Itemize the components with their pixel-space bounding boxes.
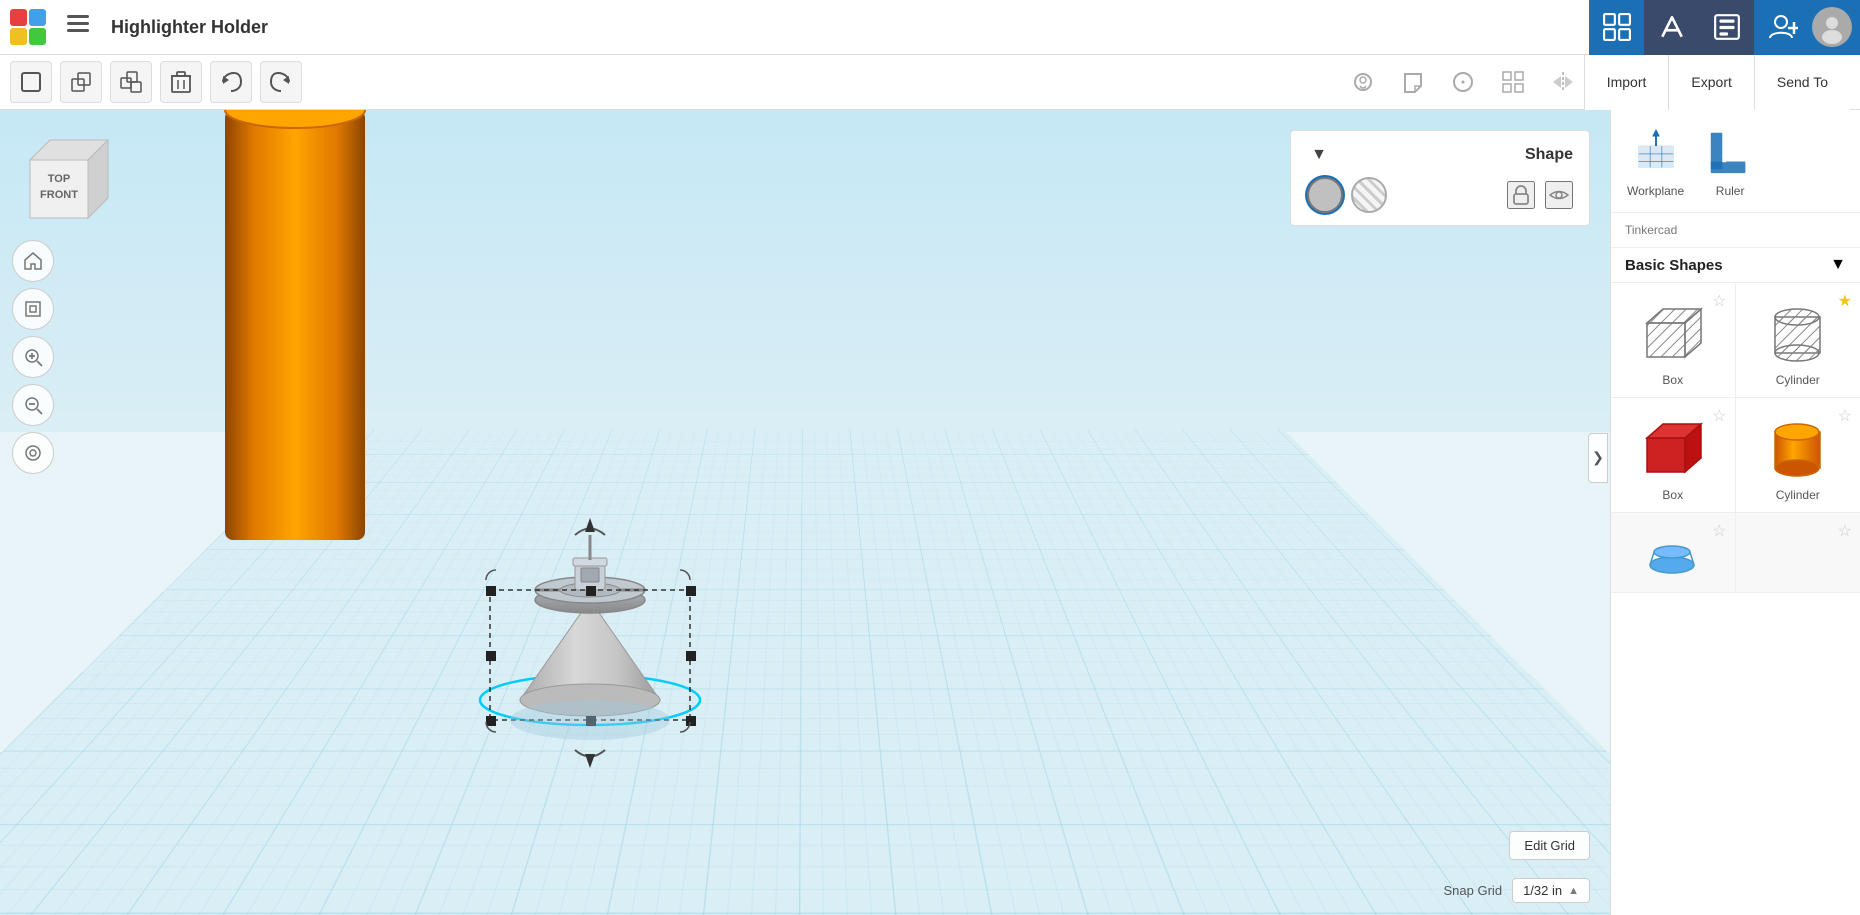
- zoom-out-btn[interactable]: [12, 384, 54, 426]
- box-gray-star[interactable]: ☆: [1712, 291, 1726, 311]
- svg-text:FRONT: FRONT: [40, 189, 78, 201]
- cylinder-orange-label: Cylinder: [1776, 488, 1820, 502]
- box-red-star[interactable]: ☆: [1712, 406, 1726, 426]
- add-person-btn[interactable]: [1754, 0, 1812, 55]
- partial2-star[interactable]: ☆: [1838, 521, 1852, 541]
- visibility-icon[interactable]: [1545, 181, 1573, 209]
- workplane-item[interactable]: Workplane: [1627, 124, 1684, 198]
- ie-buttons: Import Export Send To: [1584, 55, 1850, 110]
- workplane-icon: [1630, 124, 1682, 176]
- shape-item-partial-1[interactable]: ☆: [1611, 513, 1736, 593]
- import-btn[interactable]: Import: [1584, 55, 1669, 110]
- svg-text:TOP: TOP: [48, 173, 70, 185]
- perspective-btn[interactable]: [12, 432, 54, 474]
- shape-panel-title: Shape: [1525, 146, 1573, 164]
- cylinder-orange-star[interactable]: ☆: [1838, 406, 1852, 426]
- group-btn[interactable]: [60, 61, 102, 103]
- library-source: Tinkercad: [1625, 223, 1677, 237]
- view-mode-tinker-btn[interactable]: [1699, 0, 1754, 55]
- logo[interactable]: [0, 0, 55, 55]
- shape-item-cylinder-gray[interactable]: ★: [1736, 283, 1860, 398]
- toolbar-right: [1342, 61, 1584, 103]
- box-red-label: Box: [1662, 488, 1683, 502]
- ruler-item[interactable]: Ruler: [1704, 124, 1756, 198]
- cylinder-gray-img: [1758, 297, 1838, 367]
- ruler-icon: [1704, 124, 1756, 176]
- collapse-panel-handle[interactable]: ❯: [1588, 433, 1608, 483]
- fit-view-btn[interactable]: [12, 288, 54, 330]
- shape-color-options: [1307, 177, 1573, 213]
- snap-grid-bar: Snap Grid 1/32 in ▲: [1444, 878, 1590, 903]
- redo-btn[interactable]: [260, 61, 302, 103]
- user-actions: [1754, 0, 1860, 55]
- light-toggle-btn[interactable]: [1342, 61, 1384, 103]
- left-tools: [12, 240, 54, 474]
- shape-panel: ▼ Shape: [1290, 130, 1590, 226]
- shape-item-partial-2[interactable]: ☆: [1736, 513, 1860, 593]
- snap-grid-label: Snap Grid: [1444, 883, 1503, 898]
- edit-grid-btn[interactable]: Edit Grid: [1509, 831, 1590, 860]
- view-mode-build-btn[interactable]: [1644, 0, 1699, 55]
- send-to-btn[interactable]: Send To: [1754, 55, 1850, 110]
- workplane-label: Workplane: [1627, 184, 1684, 198]
- shape-item-box-gray[interactable]: ☆: [1611, 283, 1736, 398]
- ruler-label: Ruler: [1716, 184, 1745, 198]
- ungroup-btn[interactable]: [110, 61, 152, 103]
- note-btn[interactable]: [1392, 61, 1434, 103]
- snap-grid-value-text: 1/32 in: [1523, 883, 1562, 898]
- shape-item-cylinder-orange[interactable]: ☆: [1736, 398, 1860, 513]
- main-layout: TOP FRONT: [0, 110, 1860, 915]
- right-panel: Workplane Rule: [1610, 110, 1860, 915]
- cylinder-gray-star[interactable]: ★: [1838, 291, 1852, 311]
- view-mode-grid-btn[interactable]: [1589, 0, 1644, 55]
- shape-item-box-red[interactable]: ☆ Box: [1611, 398, 1736, 513]
- shape-panel-icons: [1507, 181, 1573, 209]
- box-gray-img: [1633, 297, 1713, 367]
- hole-shape-btn[interactable]: [1351, 177, 1387, 213]
- snap-grid-arrow-icon: ▲: [1568, 885, 1579, 897]
- mirror-btn[interactable]: [1542, 61, 1584, 103]
- shapes-dropdown[interactable]: Basic Shapes ▼: [1611, 248, 1860, 283]
- hamburger-icon[interactable]: [55, 15, 101, 39]
- solid-shape-btn[interactable]: [1307, 177, 1343, 213]
- box-gray-label: Box: [1662, 373, 1683, 387]
- shapes-dropdown-arrow: ▼: [1830, 256, 1846, 274]
- viewport[interactable]: TOP FRONT: [0, 110, 1610, 915]
- partial1-star[interactable]: ☆: [1712, 521, 1726, 541]
- home-view-btn[interactable]: [12, 240, 54, 282]
- shapes-grid: ☆: [1611, 283, 1860, 593]
- right-panel-top: Workplane Rule: [1611, 110, 1860, 213]
- shape-panel-toggle-arrow[interactable]: ▼: [1307, 143, 1331, 167]
- zoom-in-btn[interactable]: [12, 336, 54, 378]
- top-nav: Highlighter Holder: [0, 0, 1860, 55]
- shapes-library: Tinkercad Basic Shapes ▼ ☆: [1611, 213, 1860, 915]
- shapes-dropdown-text: Basic Shapes: [1625, 257, 1723, 274]
- delete-btn[interactable]: [160, 61, 202, 103]
- lock-icon[interactable]: [1507, 181, 1535, 209]
- align-btn[interactable]: [1492, 61, 1534, 103]
- selected-object[interactable]: [460, 460, 720, 820]
- measure-btn[interactable]: [1442, 61, 1484, 103]
- new-shape-btn[interactable]: [10, 61, 52, 103]
- project-title: Highlighter Holder: [101, 17, 278, 38]
- shapes-library-header: Tinkercad: [1611, 213, 1860, 248]
- export-btn[interactable]: Export: [1668, 55, 1753, 110]
- toolbar: Import Export Send To: [0, 55, 1860, 110]
- orange-highlighter: [215, 110, 375, 540]
- avatar[interactable]: [1812, 7, 1852, 47]
- undo-btn[interactable]: [210, 61, 252, 103]
- orientation-cube[interactable]: TOP FRONT: [20, 130, 100, 230]
- top-nav-right-section: [1589, 0, 1860, 54]
- cylinder-gray-label: Cylinder: [1776, 373, 1820, 387]
- snap-grid-selector[interactable]: 1/32 in ▲: [1512, 878, 1590, 903]
- toolbar-left: [10, 61, 302, 103]
- box-red-img: [1633, 412, 1713, 482]
- cylinder-orange-img: [1758, 412, 1838, 482]
